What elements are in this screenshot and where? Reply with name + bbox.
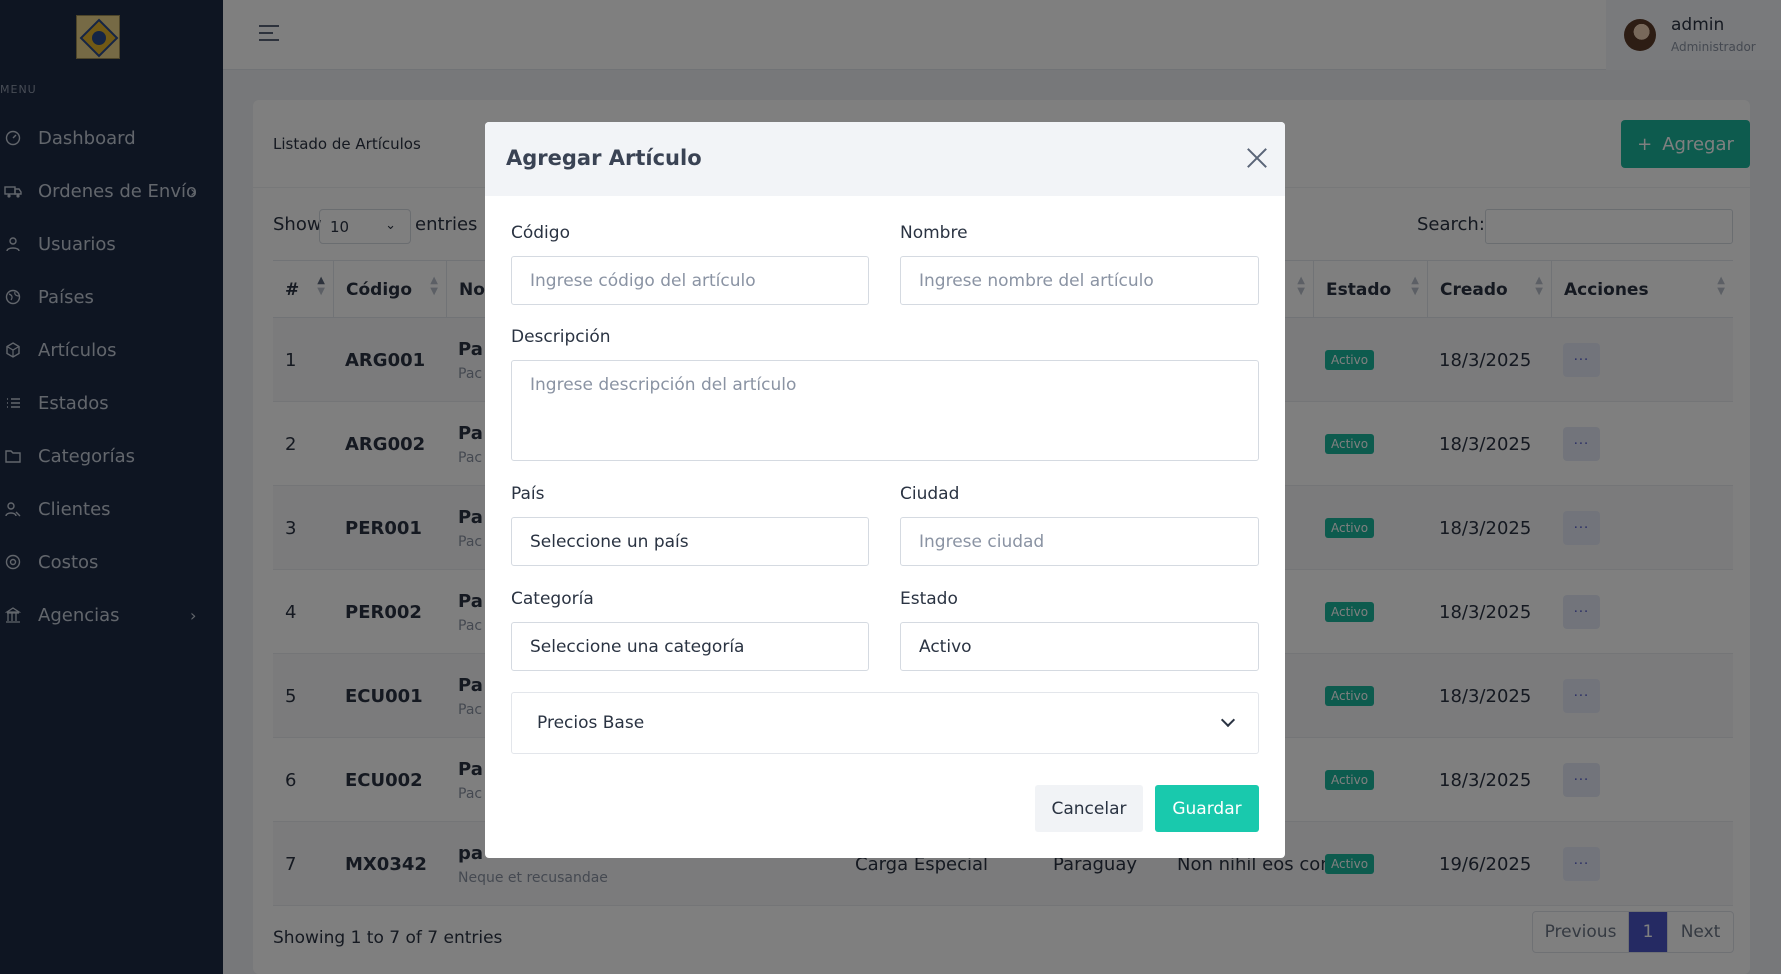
- pais-label: País: [511, 484, 545, 504]
- ciudad-label: Ciudad: [900, 484, 960, 504]
- nombre-input[interactable]: Ingrese nombre del artículo: [900, 256, 1259, 305]
- cancel-button[interactable]: Cancelar: [1035, 785, 1143, 832]
- categoria-label: Categoría: [511, 589, 594, 609]
- pais-select[interactable]: Seleccione un país: [511, 517, 869, 566]
- descripcion-textarea[interactable]: Ingrese descripción del artículo: [511, 360, 1259, 461]
- modal-title: Agregar Artículo: [506, 146, 702, 170]
- codigo-label: Código: [511, 223, 570, 243]
- ciudad-input[interactable]: Ingrese ciudad: [900, 517, 1259, 566]
- estado-select[interactable]: Activo: [900, 622, 1259, 671]
- codigo-input[interactable]: Ingrese código del artículo: [511, 256, 869, 305]
- chevron-down-icon: [1220, 712, 1236, 728]
- modal-header: Agregar Artículo: [485, 122, 1285, 196]
- precios-base-label: Precios Base: [537, 713, 645, 733]
- estado-label: Estado: [900, 589, 958, 609]
- precios-base-accordion[interactable]: Precios Base: [511, 692, 1259, 754]
- add-article-modal: Agregar Artículo Código Ingrese código d…: [485, 122, 1285, 858]
- categoria-select[interactable]: Seleccione una categoría: [511, 622, 869, 671]
- save-button[interactable]: Guardar: [1155, 785, 1259, 832]
- close-icon[interactable]: [1245, 146, 1269, 170]
- nombre-label: Nombre: [900, 223, 968, 243]
- descripcion-label: Descripción: [511, 327, 611, 347]
